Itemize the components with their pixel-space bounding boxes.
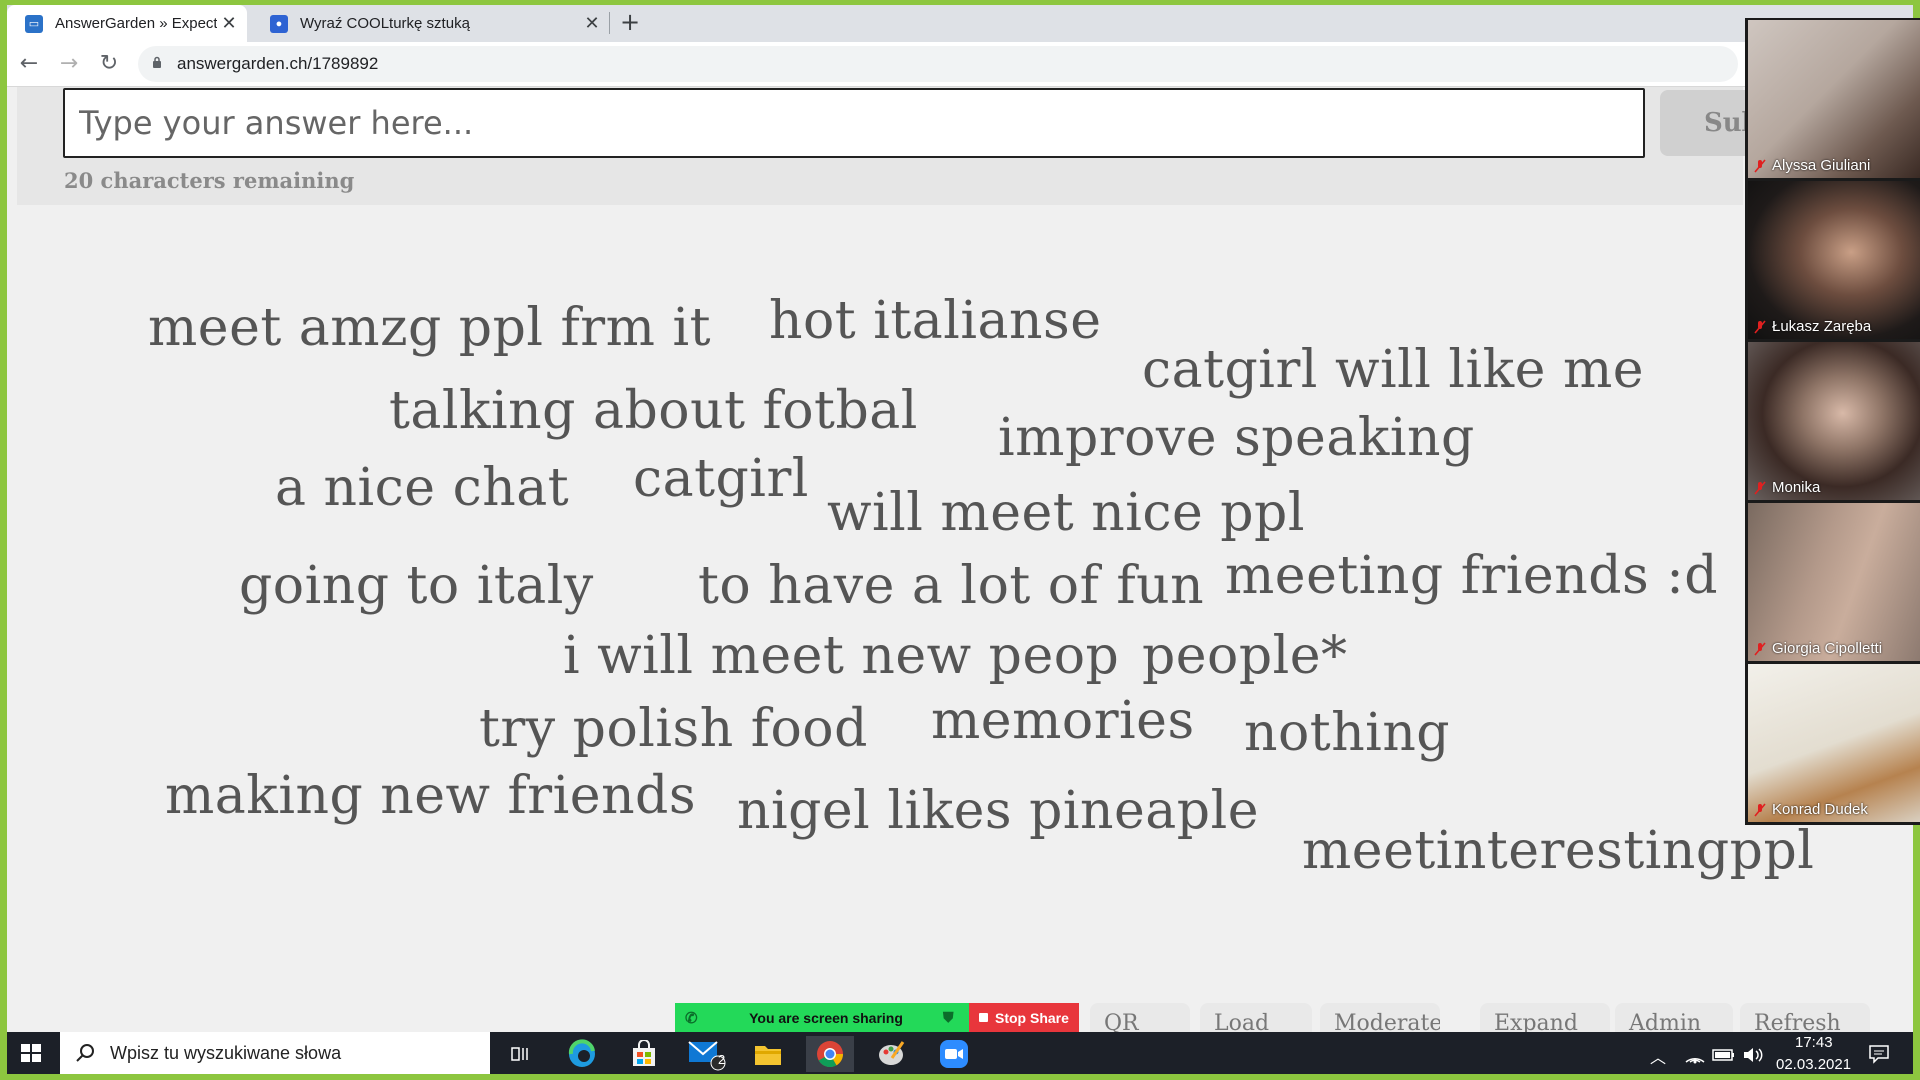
cloud-word[interactable]: i will meet new peop bbox=[563, 630, 1119, 682]
cloud-word[interactable]: meet amzg ppl frm it bbox=[148, 302, 711, 354]
muted-mic-icon bbox=[1754, 158, 1766, 173]
cloud-word[interactable]: talking about fotbal bbox=[389, 385, 918, 437]
reload-icon[interactable]: ↻ bbox=[95, 50, 123, 78]
cloud-word[interactable]: hot italianse bbox=[769, 295, 1101, 347]
stop-icon bbox=[979, 1013, 988, 1022]
qr-button[interactable]: QR bbox=[1090, 1003, 1190, 1033]
cloud-word[interactable]: catgirl bbox=[633, 453, 809, 505]
clock-date[interactable]: 02.03.2021 bbox=[1776, 1056, 1851, 1073]
muted-mic-icon bbox=[1754, 319, 1766, 334]
speaker-icon[interactable] bbox=[1742, 1046, 1764, 1064]
stop-share-button[interactable]: Stop Share bbox=[969, 1003, 1079, 1032]
cloud-word[interactable]: a nice chat bbox=[275, 462, 569, 514]
phone-icon: ✆ bbox=[685, 1009, 698, 1027]
user-favicon-icon: ● bbox=[270, 14, 288, 33]
tab-bar: ▭ AnswerGarden » Expectations... ✕ ● Wyr… bbox=[7, 5, 1913, 42]
forward-arrow-icon[interactable]: → bbox=[55, 50, 83, 78]
answer-input[interactable] bbox=[63, 88, 1645, 158]
shield-icon: ⛊ bbox=[943, 1009, 954, 1025]
cloud-word[interactable]: making new friends bbox=[165, 770, 696, 822]
admin-button[interactable]: Admin bbox=[1615, 1003, 1733, 1033]
paint-icon[interactable] bbox=[868, 1036, 916, 1072]
cloud-word[interactable]: meeting friends :d bbox=[1225, 550, 1718, 602]
cloud-word[interactable]: people* bbox=[1142, 630, 1348, 682]
edge-browser-icon[interactable] bbox=[558, 1036, 606, 1072]
task-view-icon[interactable] bbox=[496, 1036, 544, 1072]
battery-icon[interactable] bbox=[1712, 1048, 1736, 1062]
participant-name: Konrad Dudek bbox=[1772, 801, 1868, 818]
muted-mic-icon bbox=[1754, 802, 1766, 817]
mail-icon[interactable]: 2 bbox=[682, 1036, 730, 1072]
tab-title: Wyraź COOLturkę sztuką bbox=[300, 15, 470, 32]
zoom-participant-strip: Alyssa Giuliani Łukasz Zaręba Monika Gio… bbox=[1745, 18, 1920, 825]
cloud-word[interactable]: catgirl will like me bbox=[1142, 344, 1644, 396]
participant-name: Giorgia Cipolletti bbox=[1772, 640, 1883, 657]
cloud-word[interactable]: will meet nice ppl bbox=[827, 487, 1305, 539]
participant-name: Łukasz Zaręba bbox=[1772, 318, 1872, 335]
refresh-button[interactable]: Refresh bbox=[1740, 1003, 1870, 1033]
tab-title: AnswerGarden » Expectations... bbox=[55, 15, 217, 32]
share-status[interactable]: ✆ You are screen sharing ⛊ bbox=[675, 1003, 969, 1032]
search-icon bbox=[76, 1044, 94, 1062]
new-tab-icon[interactable]: + bbox=[620, 8, 640, 36]
zoom-share-bar: ✆ You are screen sharing ⛊ Stop Share bbox=[675, 1003, 1079, 1032]
file-explorer-icon[interactable] bbox=[744, 1036, 792, 1072]
tab-answergarden[interactable]: ▭ AnswerGarden » Expectations... ✕ bbox=[7, 5, 247, 42]
back-arrow-icon[interactable]: ← bbox=[15, 50, 43, 78]
stop-share-label: Stop Share bbox=[995, 1009, 1069, 1026]
close-tab-icon[interactable]: ✕ bbox=[217, 13, 241, 34]
moderate-button[interactable]: Moderate bbox=[1320, 1003, 1440, 1033]
expand-button[interactable]: Expand bbox=[1480, 1003, 1610, 1033]
close-tab-icon[interactable]: ✕ bbox=[580, 13, 604, 34]
cloud-word[interactable]: going to italy bbox=[239, 560, 594, 612]
word-cloud: meet amzg ppl frm it hot italianse catgi… bbox=[17, 210, 1887, 990]
clock-time[interactable]: 17:43 bbox=[1795, 1034, 1833, 1051]
mail-badge: 2 bbox=[718, 1052, 726, 1067]
characters-remaining: 20 characters remaining bbox=[64, 168, 355, 193]
notifications-icon[interactable] bbox=[1868, 1044, 1890, 1064]
muted-mic-icon bbox=[1754, 641, 1766, 656]
participant-name: Alyssa Giuliani bbox=[1772, 157, 1871, 174]
participant-tile[interactable]: Łukasz Zaręba bbox=[1748, 181, 1920, 339]
cloud-word[interactable]: improve speaking bbox=[998, 412, 1475, 464]
tab-coolturka[interactable]: ● Wyraź COOLturkę sztuką ✕ bbox=[252, 5, 610, 42]
chrome-icon[interactable] bbox=[806, 1036, 854, 1072]
cloud-word[interactable]: nothing bbox=[1244, 707, 1450, 759]
participant-tile[interactable]: Monika bbox=[1748, 342, 1920, 500]
cloud-word[interactable]: memories bbox=[931, 695, 1195, 747]
participant-tile[interactable]: Giorgia Cipolletti bbox=[1748, 503, 1920, 661]
cloud-word[interactable]: meetinterestingppl bbox=[1302, 825, 1814, 877]
participant-tile[interactable]: Alyssa Giuliani bbox=[1748, 20, 1920, 178]
lock-icon bbox=[153, 56, 161, 68]
taskbar-search-text[interactable]: Wpisz tu wyszukiwane słowa bbox=[110, 1043, 341, 1064]
participant-name: Monika bbox=[1772, 479, 1821, 496]
url-text[interactable]: answergarden.ch/1789892 bbox=[177, 54, 378, 74]
cloud-word[interactable]: nigel likes pineaple bbox=[737, 785, 1259, 837]
windows-start-icon[interactable] bbox=[7, 1032, 55, 1074]
store-icon[interactable] bbox=[620, 1036, 668, 1072]
cloud-word[interactable]: try polish food bbox=[479, 703, 868, 755]
participant-tile[interactable]: Konrad Dudek bbox=[1748, 664, 1920, 822]
tab-separator bbox=[609, 12, 610, 34]
cloud-word[interactable]: to have a lot of fun bbox=[698, 560, 1204, 612]
muted-mic-icon bbox=[1754, 480, 1766, 495]
zoom-app-icon[interactable] bbox=[930, 1036, 978, 1072]
answergarden-favicon-icon: ▭ bbox=[25, 14, 43, 33]
share-status-text: You are screen sharing bbox=[749, 1009, 903, 1026]
load-button[interactable]: Load bbox=[1200, 1003, 1312, 1033]
show-hidden-icons-chevron-icon[interactable]: ︿ bbox=[1650, 1044, 1666, 1068]
network-icon[interactable] bbox=[1684, 1046, 1706, 1064]
